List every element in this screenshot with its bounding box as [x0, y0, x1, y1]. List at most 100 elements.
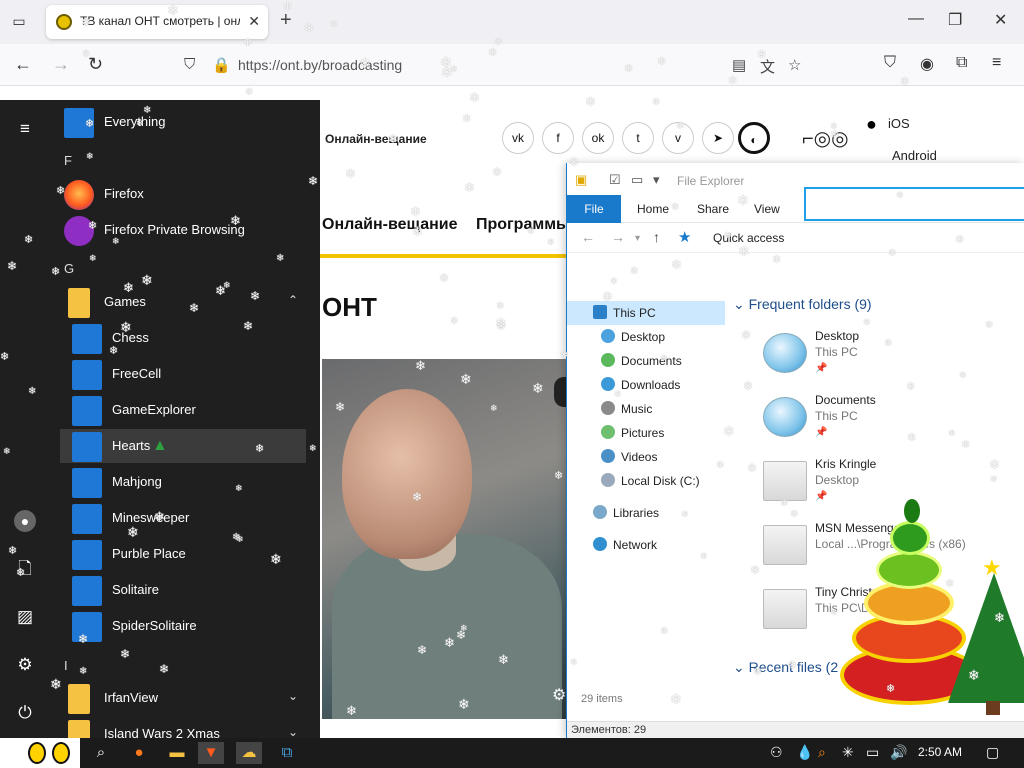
file-explorer-icon[interactable]: ▬ [164, 742, 190, 764]
lock-icon[interactable]: 🔒 [212, 56, 231, 74]
close-icon[interactable]: ✕ [248, 13, 260, 30]
volume-icon[interactable]: 🔊 [890, 744, 907, 761]
folder-tile-msn-messenger[interactable]: MSN Messenger Local ...\Program Files (x… [763, 521, 1023, 579]
nav-item-music[interactable]: Music [567, 397, 725, 421]
settings-icon[interactable]: ⚙ [14, 654, 36, 676]
address-breadcrumb[interactable]: Quick access [713, 231, 784, 245]
new-folder-icon[interactable]: ▭ [631, 172, 643, 188]
hamburger-icon[interactable]: ≡ [14, 118, 36, 140]
menu-item-broadcasting[interactable]: Онлайн-вещание [322, 216, 458, 233]
shield-icon[interactable]: ⛉ [184, 56, 195, 73]
letter-header-f[interactable]: F [64, 153, 72, 168]
ribbon-tab-share[interactable]: Share [697, 202, 729, 216]
gear-icon[interactable]: ⚙ [552, 685, 566, 705]
ribbon-tab-home[interactable]: Home [637, 202, 669, 216]
start-item-firefox-private[interactable]: Firefox Private Browsing [60, 213, 306, 247]
nav-item-libraries[interactable]: Libraries [567, 501, 725, 525]
close-window-icon[interactable]: ✕ [994, 10, 1007, 30]
network-share-icon[interactable]: ⧉ [274, 742, 300, 764]
folder-tile-kris-kringle[interactable]: Kris Kringle Desktop 📌 [763, 457, 1023, 515]
start-item-hearts[interactable]: Hearts ▲ [60, 429, 306, 463]
start-item-minesweeper[interactable]: Minesweeper [60, 501, 306, 535]
folder-tile-tiny-christmas[interactable]: Tiny Christmas This PC\D... [763, 585, 1023, 643]
search-icon[interactable]: ⌕ [88, 742, 114, 764]
account-icon[interactable]: ◉ [920, 54, 934, 74]
search-everything-icon[interactable]: ⌕ [818, 744, 826, 761]
start-item-freecell[interactable]: FreeCell [60, 357, 306, 391]
brave-icon[interactable]: ▼ [198, 742, 224, 764]
android-link[interactable]: Android [892, 148, 937, 163]
nav-item-documents[interactable]: Documents [567, 349, 725, 373]
reload-icon[interactable]: ↻ [88, 54, 103, 75]
network-icon[interactable]: ▭ [866, 744, 879, 761]
people-icon[interactable]: ⚇ [770, 744, 783, 761]
ont-logo-icon[interactable]: ◐ [738, 122, 770, 154]
star-icon[interactable]: ☆ [788, 56, 801, 74]
facebook-icon[interactable]: f [542, 122, 574, 154]
page-heading[interactable]: Онлайн-вещание [325, 132, 427, 146]
start-item-everything[interactable]: Everything [60, 105, 306, 139]
nav-item-pictures[interactable]: Pictures [567, 421, 725, 445]
apple-icon[interactable]: ● [866, 114, 877, 135]
frequent-folders-header[interactable]: ⌄ Frequent folders (9) [733, 296, 872, 313]
power-icon[interactable]: ⏻ [14, 702, 36, 724]
notification-icon[interactable]: ▢ [986, 744, 999, 761]
dropdown-icon[interactable]: ▾ [653, 172, 660, 188]
url-bar[interactable]: ⛉ 🔒 https://ont.by/broadcasting ▤ 文 ☆ [174, 50, 814, 80]
nav-item-this-pc[interactable]: This PC [567, 301, 725, 325]
nav-item-network[interactable]: Network [567, 533, 725, 557]
properties-icon[interactable]: ☑ [609, 172, 621, 188]
messenger-icon[interactable]: ☁ [236, 742, 262, 764]
start-item-purble-place[interactable]: Purble Place [60, 537, 306, 571]
mascot-start-icon[interactable] [0, 738, 80, 768]
user-icon[interactable]: ● [14, 510, 36, 532]
recent-files-header[interactable]: ⌄ Recent files (2 [733, 659, 838, 676]
drop-icon[interactable]: 💧 [796, 744, 813, 761]
telegram-icon[interactable]: ➤ [702, 122, 734, 154]
ribbon-tab-view[interactable]: View [754, 202, 780, 216]
up-arrow-icon[interactable]: ↑ [653, 229, 660, 245]
url-text[interactable]: https://ont.by/broadcasting [238, 57, 402, 73]
odnoklassniki-icon[interactable]: ok [582, 122, 614, 154]
restore-icon[interactable]: ❐ [948, 10, 962, 30]
browser-tab[interactable]: ТВ канал ОНТ смотреть | онл ✕ [46, 5, 268, 39]
forward-arrow-icon[interactable]: → [52, 54, 70, 75]
twitter-icon[interactable]: t [622, 122, 654, 154]
glasses-icon[interactable]: ⌐◎◎ [802, 126, 849, 151]
start-item-irfanview[interactable]: IrfanView ⌄ [60, 681, 306, 715]
reader-view-icon[interactable]: ▤ [732, 56, 746, 74]
start-item-spider-solitaire[interactable]: SpiderSolitaire [60, 609, 306, 643]
start-item-firefox[interactable]: Firefox [60, 177, 306, 211]
plus-icon[interactable]: + [280, 9, 292, 32]
start-item-island-wars[interactable]: Island Wars 2 Xmas ⌄ [60, 717, 306, 738]
folder-tile-documents[interactable]: Documents This PC 📌 [763, 393, 1023, 451]
back-arrow-icon[interactable]: ← [581, 229, 595, 245]
nav-item-desktop[interactable]: Desktop [567, 325, 725, 349]
back-arrow-icon[interactable]: ← [14, 54, 32, 75]
minimize-icon[interactable]: — [908, 10, 924, 28]
start-item-solitaire[interactable]: Solitaire [60, 573, 306, 607]
hamburger-icon[interactable]: ≡ [992, 54, 1001, 72]
ios-link[interactable]: iOS [888, 116, 910, 131]
pocket-icon[interactable]: ⛉ [884, 54, 896, 72]
nav-item-videos[interactable]: Videos [567, 445, 725, 469]
quick-access-folder-icon[interactable]: ▣ [575, 172, 587, 188]
explorer-search-input[interactable] [804, 187, 1024, 221]
pictures-icon[interactable]: ▨ [14, 606, 36, 628]
vk-icon[interactable]: vk [502, 122, 534, 154]
letter-header-g[interactable]: G [64, 261, 74, 276]
start-item-chess[interactable]: Chess [60, 321, 306, 355]
video-player[interactable]: ⚙ [322, 359, 568, 719]
document-icon[interactable]: 🗋 [14, 558, 36, 580]
folder-tile-desktop[interactable]: Desktop This PC 📌 [763, 329, 1023, 387]
firefox-icon[interactable]: ● [126, 742, 152, 764]
recent-locations-icon[interactable]: ▾ [635, 233, 640, 244]
viber-icon[interactable]: v [662, 122, 694, 154]
nav-item-downloads[interactable]: Downloads [567, 373, 725, 397]
ribbon-tab-file[interactable]: File [567, 195, 621, 223]
letter-header-i[interactable]: I [64, 658, 68, 673]
snowflake-icon[interactable]: ✳ [842, 744, 854, 761]
start-item-gameexplorer[interactable]: GameExplorer [60, 393, 306, 427]
start-item-games[interactable]: Games ⌃ [60, 285, 306, 319]
tab-list-icon[interactable]: ▭ [8, 10, 30, 32]
